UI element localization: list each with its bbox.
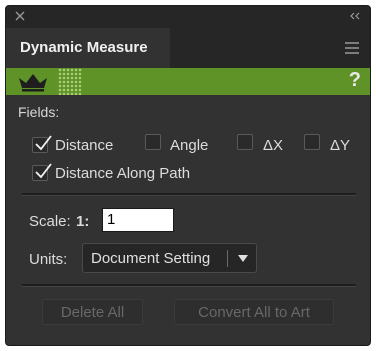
angle-label[interactable]: Angle <box>170 137 208 154</box>
plugin-banner: ? <box>6 68 370 95</box>
panel-title-bar <box>6 6 370 28</box>
delta-x-checkbox[interactable] <box>237 134 253 150</box>
panel-tab-row: Dynamic Measure <box>6 28 370 68</box>
distance-checkbox[interactable] <box>32 135 52 153</box>
dynamic-measure-panel: Dynamic Measure ? Fields: Distance Angle… <box>5 5 371 346</box>
banner-dot-pattern <box>58 68 82 95</box>
panel-menu-icon[interactable] <box>344 41 360 55</box>
tab-dynamic-measure[interactable]: Dynamic Measure <box>6 28 170 68</box>
divider <box>22 284 356 287</box>
checkmark-icon <box>35 135 52 151</box>
dropdown-separator <box>227 250 228 267</box>
delete-all-button[interactable]: Delete All <box>42 299 143 325</box>
close-icon[interactable] <box>13 9 27 23</box>
crown-logo-icon <box>19 74 47 92</box>
distance-along-path-label[interactable]: Distance Along Path <box>55 165 190 182</box>
units-label: Units: <box>29 251 68 268</box>
scale-input[interactable]: 1 <box>102 208 174 232</box>
collapse-panel-icon[interactable] <box>348 9 362 23</box>
divider <box>22 193 356 196</box>
delta-y-label[interactable]: ΔY <box>330 137 350 154</box>
fields-heading: Fields: <box>18 104 60 120</box>
distance-along-path-checkbox[interactable] <box>32 163 52 181</box>
delta-x-label[interactable]: ΔX <box>263 137 283 154</box>
units-selected-value: Document Setting <box>91 250 211 267</box>
angle-checkbox[interactable] <box>145 134 161 150</box>
checkmark-icon <box>35 163 52 179</box>
convert-all-to-art-button[interactable]: Convert All to Art <box>174 299 334 325</box>
delta-y-checkbox[interactable] <box>304 134 320 150</box>
chevron-down-icon <box>238 255 248 262</box>
units-dropdown[interactable]: Document Setting <box>82 243 257 273</box>
distance-label[interactable]: Distance <box>55 137 113 154</box>
help-icon[interactable]: ? <box>349 69 361 92</box>
scale-label: Scale: <box>29 213 71 230</box>
scale-ratio-prefix: 1: <box>76 213 90 230</box>
